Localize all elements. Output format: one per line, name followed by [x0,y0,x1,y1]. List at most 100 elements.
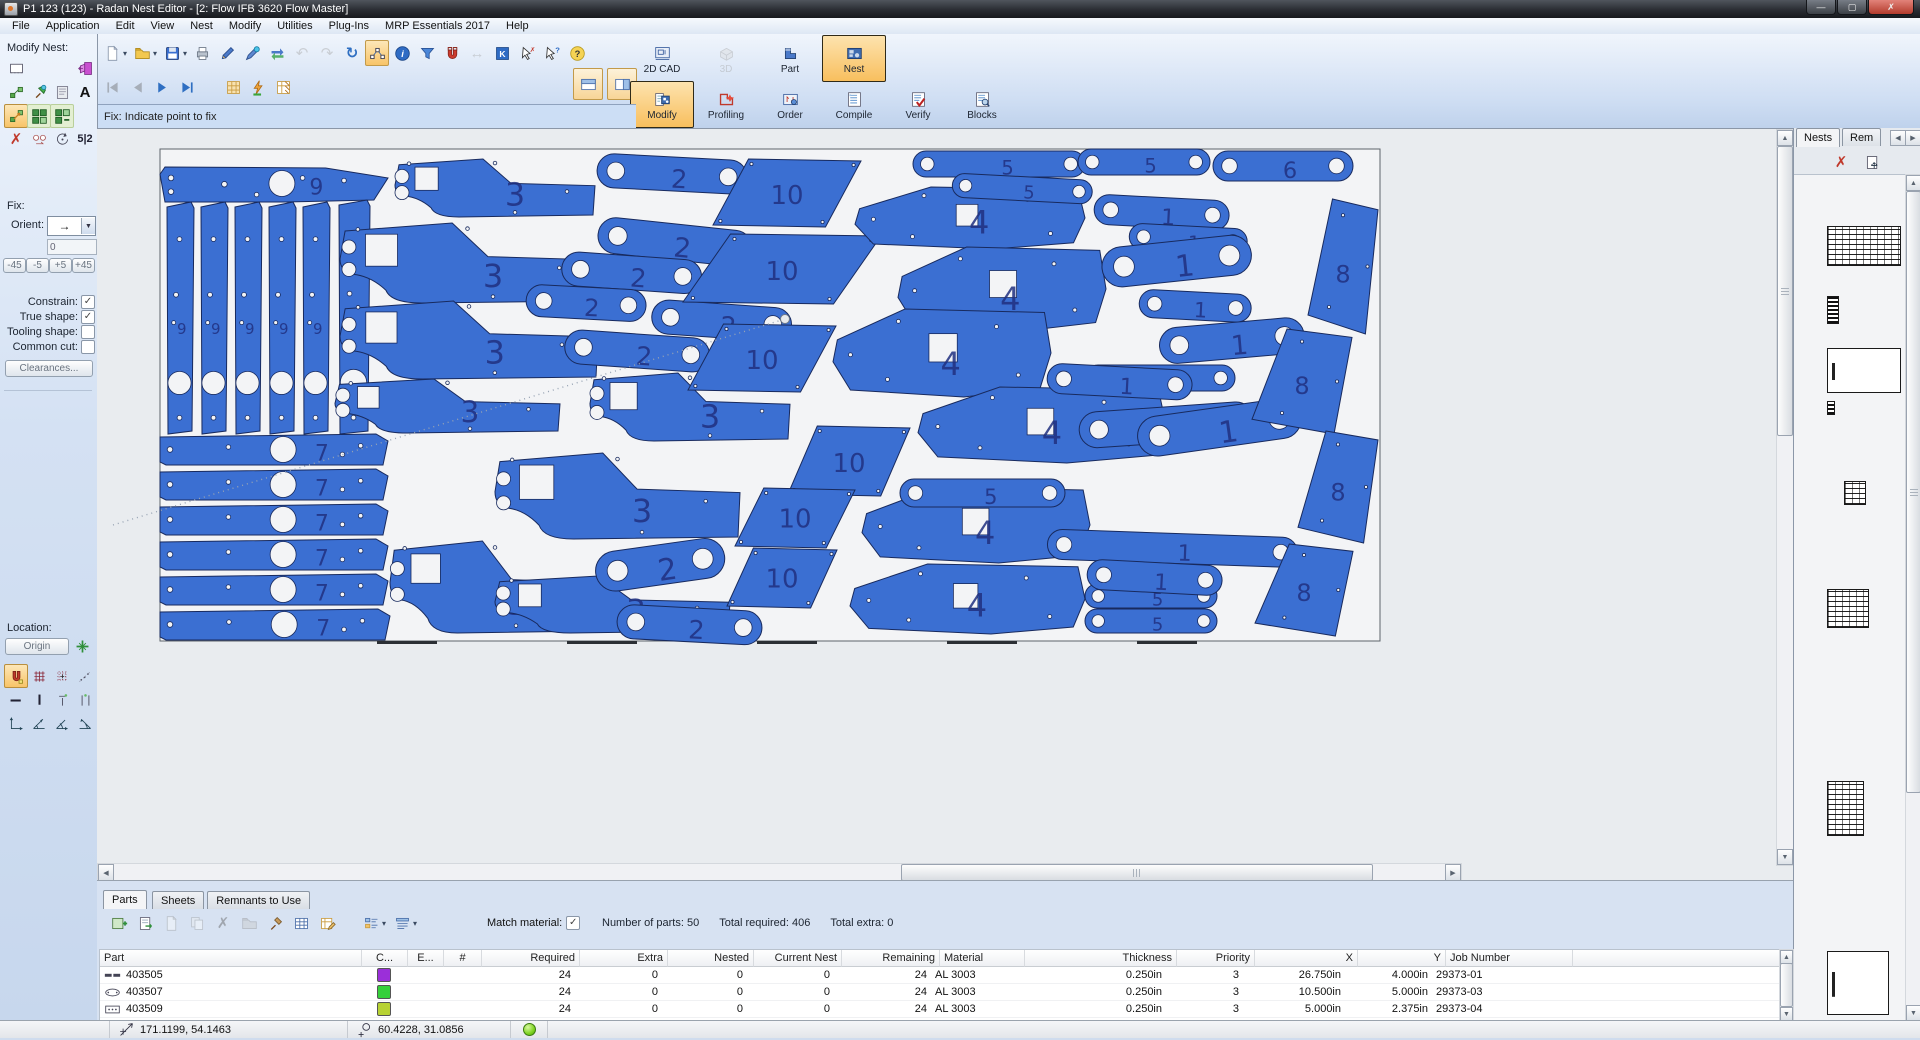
nest-part[interactable]: 5 [1085,609,1217,636]
tab-parts[interactable]: Parts [103,890,147,909]
nests-scrollbar[interactable]: ▲ ▼ [1905,174,1920,1022]
pencil-button[interactable] [215,40,239,66]
compile-button[interactable]: Compile [822,81,886,128]
nest-thumbnail[interactable] [1827,951,1889,1015]
order-button[interactable]: Order [758,81,822,128]
swap-button[interactable] [265,40,289,66]
nav-first-button[interactable] [100,74,124,100]
menu-nest[interactable]: Nest [182,19,221,33]
maximize-button[interactable]: ▢ [1837,0,1867,15]
scatter-snap-tool[interactable] [73,664,97,688]
vscroll-thumb[interactable] [1777,146,1793,436]
probe-button[interactable] [240,40,264,66]
nest-part[interactable]: 9 [303,202,330,434]
match-material-checkbox[interactable]: ✓ [566,916,580,930]
nest-button[interactable]: Nest [822,35,886,82]
table-scrollbar[interactable]: ▲ ▼ [1779,949,1794,1022]
table-row[interactable]: 4035092400024AL 30030.250in35.000in2.375… [100,1001,1780,1018]
tooling-shape-checkbox[interactable] [81,325,95,339]
nest-part[interactable]: 5 [900,479,1065,509]
origin-cross-icon[interactable] [72,636,92,656]
ang1-tool[interactable] [27,711,51,735]
rotate-point-tool[interactable] [50,127,74,151]
tab-sheets[interactable]: Sheets [152,891,204,909]
part-import-button[interactable] [133,910,157,936]
column-header-job-number[interactable]: Job Number [1446,950,1573,967]
menu-view[interactable]: View [143,19,183,33]
five-two-tool[interactable]: 5|2 [73,127,97,151]
grid-or-button[interactable] [221,74,245,100]
magnet-button[interactable] [440,40,464,66]
exit-door-tool[interactable] [73,56,97,80]
chevron-down-icon[interactable]: ▾ [123,49,127,58]
nav-last-button[interactable] [175,74,199,100]
column-header-y[interactable]: Y [1358,950,1446,967]
nest-part[interactable]: 5 [1078,149,1210,177]
info-button[interactable]: i [390,40,414,66]
view-list-button[interactable]: ▾ [359,910,388,936]
column-header-c-[interactable]: C... [362,950,408,967]
column-header-nested[interactable]: Nested [668,950,754,967]
scroll-down-button[interactable]: ▼ [1906,1005,1920,1021]
chevron-down-icon[interactable]: ▼ [81,218,95,234]
order-seq-tool[interactable] [27,127,51,151]
delete-x-button[interactable]: ✗ [1829,149,1853,175]
menu-mrp-essentials-2017[interactable]: MRP Essentials 2017 [377,19,498,33]
orient-dropdown[interactable]: → ▼ [47,216,96,236]
nest-thumbnail[interactable] [1827,226,1901,266]
nest-part[interactable]: 7 [160,469,388,501]
fix-point-marker[interactable] [781,315,790,324]
nest-part[interactable]: 9 [167,202,194,434]
nest-part[interactable]: 9 [269,202,296,434]
nest-part[interactable]: 2 [616,604,763,649]
cursor-help-button[interactable]: ? [540,40,564,66]
nest-part[interactable]: 9 [201,202,228,434]
table-row[interactable]: 4035052400024AL 30030.250in326.750in4.00… [100,967,1780,984]
ang3-tool[interactable] [73,711,97,735]
nest-thumbnail[interactable] [1844,481,1866,505]
save-button[interactable]: ▾ [160,40,189,66]
nest-part[interactable]: 7 [160,539,388,571]
hscroll-thumb[interactable] [901,864,1373,881]
grid-hatch-button[interactable] [271,74,295,100]
nest-part[interactable]: 9 [235,202,262,434]
chevron-down-icon[interactable]: ▾ [153,49,157,58]
menu-help[interactable]: Help [498,19,537,33]
nest-part[interactable]: 9 [160,167,388,202]
panel-h-button[interactable] [573,68,603,100]
blocks-button[interactable]: Blocks [950,81,1014,128]
tab-scroll-left[interactable]: ◀ [1890,130,1906,146]
scroll-up-button[interactable]: ▲ [1780,950,1793,964]
nest-part[interactable]: 7 [160,609,390,641]
canvas-vscrollbar[interactable]: ▲ ▼ [1776,129,1794,866]
column-header-thickness[interactable]: Thickness [1025,950,1177,967]
scroll-up-button[interactable]: ▲ [1777,130,1793,146]
scroll-down-button[interactable]: ▼ [1780,1007,1793,1021]
nest-thumbnail[interactable] [1827,589,1869,628]
delete-x-tool[interactable]: ✗ [4,127,28,151]
scroll-right-button[interactable]: ▶ [1445,864,1461,881]
nest-part[interactable]: 7 [160,574,388,606]
help-button[interactable]: ? [565,40,589,66]
nest-drawing[interactable]: 9999999777777333333332222222210101010101… [97,129,1793,881]
report-tool[interactable] [50,80,74,104]
column-header-current-nest[interactable]: Current Nest [754,950,842,967]
nest-part[interactable]: 6 [1213,151,1353,184]
open-folder-button[interactable]: ▾ [130,40,159,66]
column-header-e-[interactable]: E... [408,950,444,967]
redo-button[interactable]: ↷ [315,40,339,66]
grid-snap-tool[interactable] [27,664,51,688]
true-shape-checkbox[interactable]: ✓ [81,310,95,324]
menu-edit[interactable]: Edit [108,19,143,33]
snap-magnet-tool[interactable] [4,664,28,688]
view-detail-button[interactable]: ▾ [390,910,419,936]
part-button[interactable]: Part [758,35,822,82]
snap-gap-tool[interactable] [73,688,97,712]
nav-prev-button[interactable] [125,74,149,100]
grid-points-tool[interactable] [50,664,74,688]
verify-button[interactable]: Verify [886,81,950,128]
column-header-extra[interactable]: Extra [580,950,668,967]
2d-cad-button[interactable]: 2D CAD [630,35,694,82]
constrain-checkbox[interactable]: ✓ [81,295,95,309]
scroll-down-button[interactable]: ▼ [1777,849,1793,865]
